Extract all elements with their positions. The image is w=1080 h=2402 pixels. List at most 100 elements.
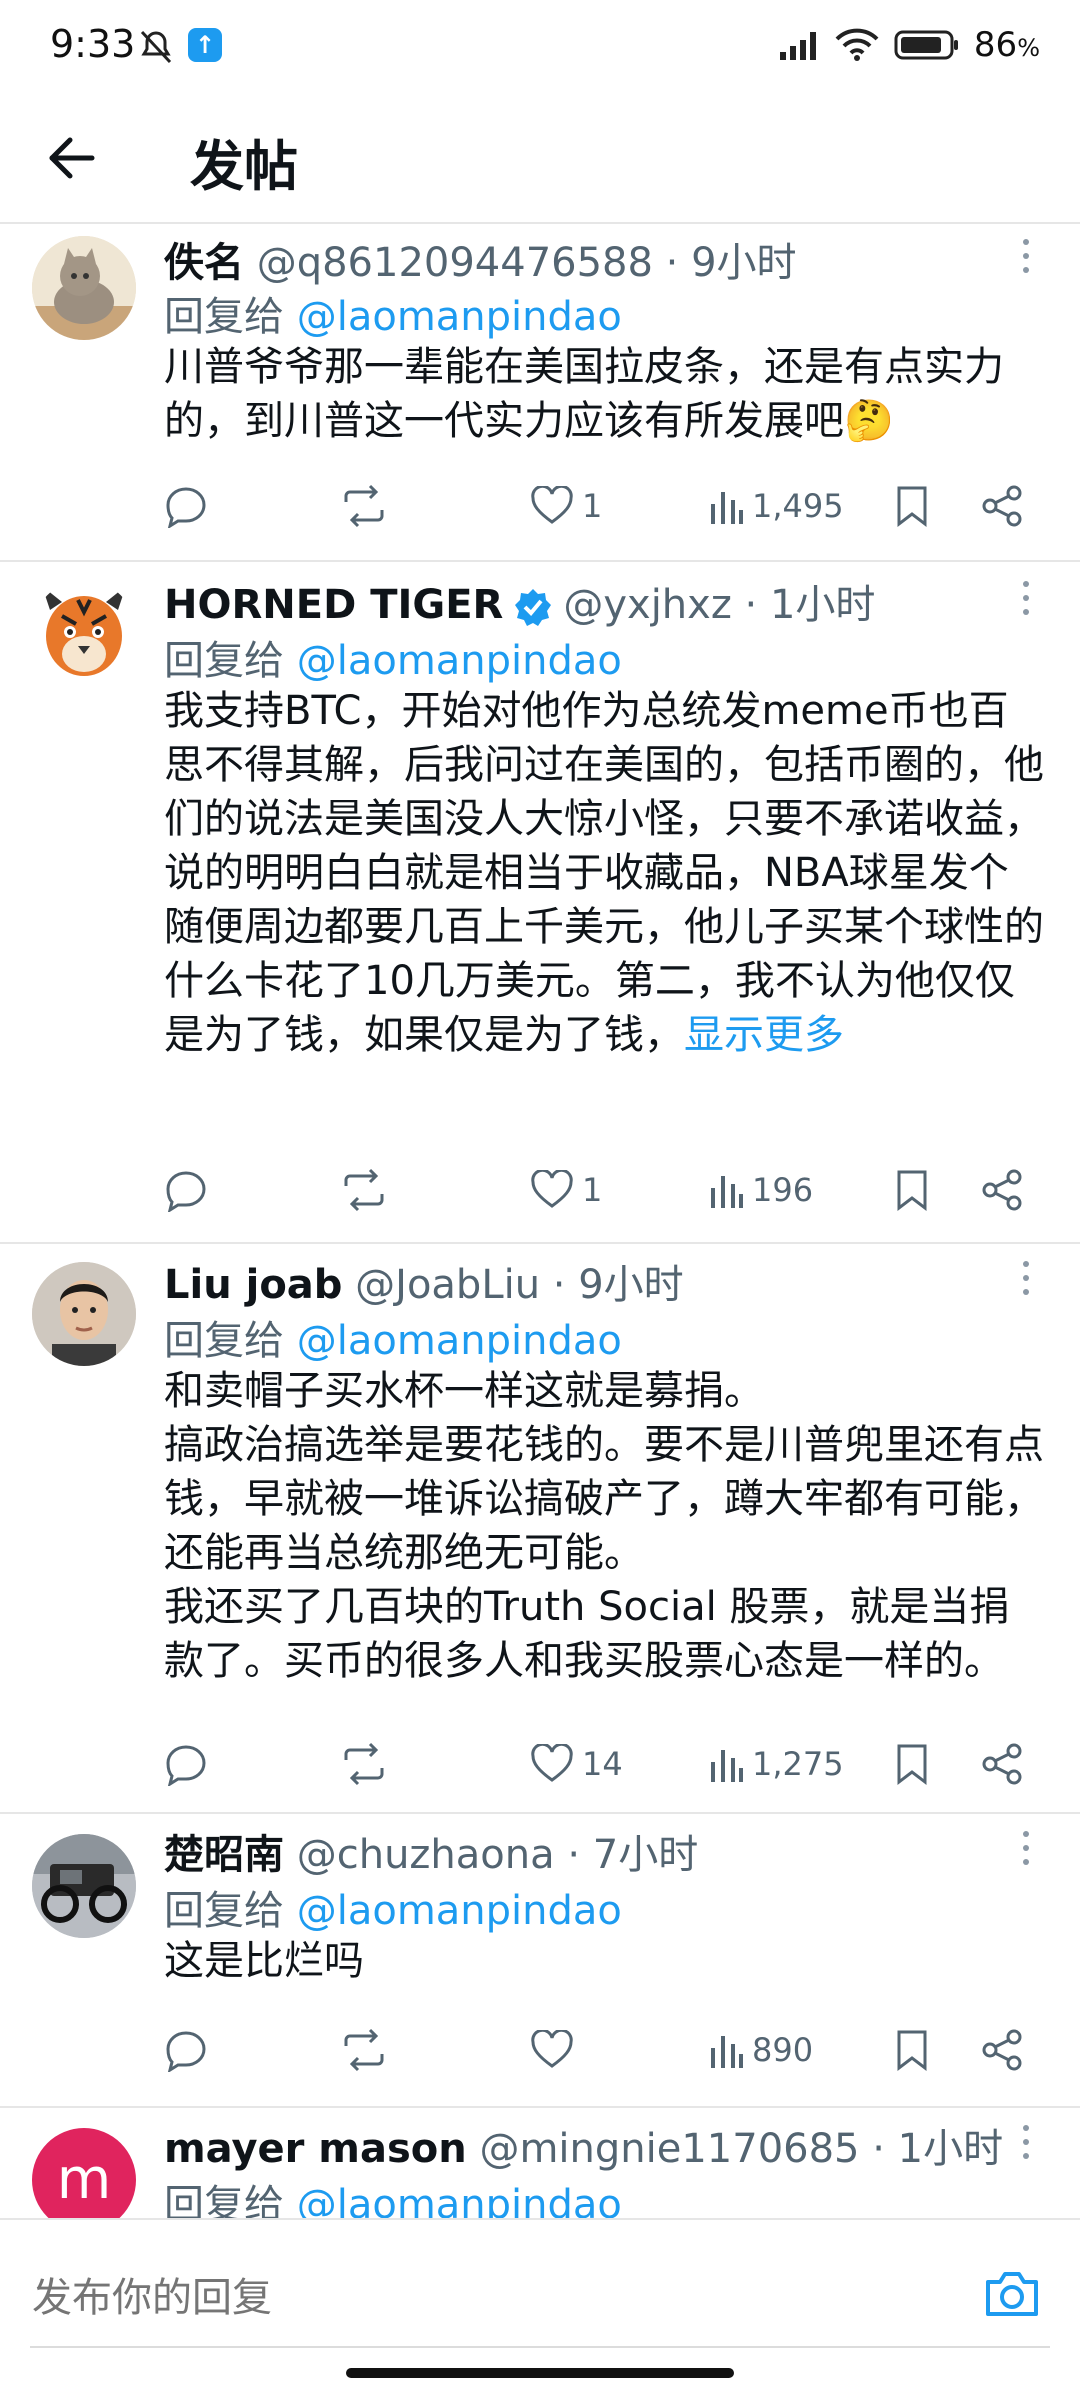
replying-to: 回复给 @laomanpindao: [164, 628, 622, 686]
post-actions: 1 196: [164, 1164, 1044, 1216]
reply-prefix: 回复给: [164, 1888, 284, 1934]
view-count: 890: [752, 2031, 814, 2069]
reply-mention-link[interactable]: @laomanpindao: [297, 2182, 622, 2218]
like-count: 14: [582, 1745, 623, 1783]
reply-mention-link[interactable]: @laomanpindao: [297, 1318, 622, 1364]
post-text: 这是比烂吗: [164, 1938, 364, 1984]
composer-underline: [30, 2346, 1050, 2348]
display-name[interactable]: mayer mason: [164, 2126, 467, 2172]
like-count: 1: [582, 487, 603, 525]
user-handle[interactable]: @mingnie1170685: [479, 2126, 859, 2172]
like-button[interactable]: [530, 2024, 574, 2076]
reply-mention-link[interactable]: @laomanpindao: [297, 638, 622, 684]
like-button[interactable]: 14: [530, 1738, 623, 1790]
retweet-icon: [344, 2028, 384, 2072]
separator-dot: ·: [665, 240, 679, 286]
reply-post[interactable]: 楚昭南 @chuzhaona · 7小时 回复给 @laomanpindao 这…: [0, 1814, 1080, 2108]
like-count: 1: [582, 1171, 603, 1209]
views-button[interactable]: 1,275: [708, 1738, 844, 1790]
reply-button[interactable]: [164, 1738, 208, 1790]
battery-level: 86: [973, 25, 1018, 65]
post-header: 楚昭南 @chuzhaona · 7小时: [164, 1822, 1010, 1878]
reply-icon: [166, 2031, 206, 2072]
bookmark-button[interactable]: [894, 1164, 930, 1216]
verified-badge-icon: [515, 589, 552, 626]
reply-mention-link[interactable]: @laomanpindao: [297, 294, 622, 340]
man-avatar-image: [32, 1262, 136, 1366]
bookmark-icon: [897, 486, 927, 528]
separator-dot: ·: [567, 1832, 581, 1878]
reply-post[interactable]: m mayer mason @mingnie1170685 · 1小时 回复给 …: [0, 2108, 1080, 2218]
reply-post[interactable]: HORNED TIGER @yxjhxz · 1小时 回复给 @laomanpin…: [0, 562, 1080, 1244]
post-time: 1小时: [897, 2126, 1004, 2172]
bookmark-button[interactable]: [894, 2024, 930, 2076]
post-time: 9小时: [578, 1262, 684, 1308]
more-options-icon[interactable]: [1018, 1258, 1034, 1298]
share-icon: [982, 1743, 1022, 1785]
replying-to: 回复给 @laomanpindao: [164, 284, 622, 342]
share-button[interactable]: [980, 480, 1024, 532]
more-options-icon[interactable]: [1018, 236, 1034, 276]
views-button[interactable]: 1,495: [708, 480, 844, 532]
heart-icon: [531, 2030, 573, 2068]
post-text-content: 我支持BTC，开始对他作为总统发meme币也百思不得其解，后我问过在美国的，包括…: [164, 688, 1044, 1058]
more-options-icon[interactable]: [1018, 1828, 1034, 1868]
views-icon: [711, 1176, 743, 1208]
retweet-button[interactable]: [340, 1738, 388, 1790]
like-button[interactable]: 1: [530, 480, 602, 532]
user-handle[interactable]: @q8612094476588: [257, 240, 653, 286]
bookmark-icon: [897, 1744, 927, 1786]
post-actions: 890: [164, 2024, 1044, 2076]
gesture-home-bar[interactable]: [346, 2368, 734, 2378]
reply-prefix: 回复给: [164, 2182, 284, 2218]
display-name[interactable]: HORNED TIGER: [164, 582, 503, 628]
show-more-link[interactable]: 显示更多: [684, 1012, 844, 1058]
share-button[interactable]: [980, 1164, 1024, 1216]
reply-icon: [166, 487, 206, 528]
post-header: Liu joab @JoabLiu · 9小时: [164, 1252, 1010, 1308]
camera-icon[interactable]: [984, 2268, 1040, 2320]
display-name[interactable]: Liu joab: [164, 1262, 342, 1308]
back-arrow-icon[interactable]: [44, 130, 100, 186]
post-text: 川普爷爷那一辈能在美国拉皮条，还是有点实力的，到川普这一代实力应该有所发展吧🤔: [164, 344, 1004, 444]
reply-feed[interactable]: 佚名 @q8612094476588 · 9小时 回复给 @laomanpind…: [0, 222, 1080, 2218]
post-actions: 1 1,495: [164, 480, 1044, 532]
bookmark-button[interactable]: [894, 480, 930, 532]
avatar[interactable]: m: [32, 2128, 136, 2218]
display-name[interactable]: 楚昭南: [164, 1832, 284, 1878]
reply-post[interactable]: 佚名 @q8612094476588 · 9小时 回复给 @laomanpind…: [0, 222, 1080, 562]
avatar[interactable]: [32, 580, 136, 684]
bookmark-icon: [897, 1170, 927, 1212]
more-options-icon[interactable]: [1018, 578, 1034, 618]
avatar[interactable]: [32, 1262, 136, 1366]
reply-post[interactable]: Liu joab @JoabLiu · 9小时 回复给 @laomanpinda…: [0, 1244, 1080, 1814]
retweet-button[interactable]: [340, 1164, 388, 1216]
reply-button[interactable]: [164, 480, 208, 532]
upload-notification-icon: ↑: [188, 28, 222, 62]
status-time: 9:33: [50, 22, 136, 66]
share-icon: [982, 485, 1022, 527]
heart-icon: [531, 1170, 573, 1208]
views-button[interactable]: 890: [708, 2024, 813, 2076]
reply-button[interactable]: [164, 2024, 208, 2076]
reply-mention-link[interactable]: @laomanpindao: [297, 1888, 622, 1934]
user-handle[interactable]: @yxjhxz: [563, 582, 731, 628]
like-button[interactable]: 1: [530, 1164, 602, 1216]
avatar[interactable]: [32, 236, 136, 340]
retweet-button[interactable]: [340, 2024, 388, 2076]
bookmark-button[interactable]: [894, 1738, 930, 1790]
display-name[interactable]: 佚名: [164, 240, 244, 286]
views-button[interactable]: 196: [708, 1164, 813, 1216]
views-icon: [711, 2036, 743, 2068]
share-button[interactable]: [980, 2024, 1024, 2076]
more-options-icon[interactable]: [1018, 2122, 1034, 2162]
retweet-button[interactable]: [340, 480, 388, 532]
post-text-line: 我还买了几百块的Truth Social 股票，就是当捐款了。买币的很多人和我买…: [164, 1584, 1010, 1684]
user-handle[interactable]: @chuzhaona: [297, 1832, 555, 1878]
reply-input[interactable]: [30, 2262, 984, 2334]
share-icon: [982, 1169, 1022, 1211]
avatar[interactable]: [32, 1834, 136, 1938]
reply-button[interactable]: [164, 1164, 208, 1216]
user-handle[interactable]: @JoabLiu: [355, 1262, 540, 1308]
share-button[interactable]: [980, 1738, 1024, 1790]
